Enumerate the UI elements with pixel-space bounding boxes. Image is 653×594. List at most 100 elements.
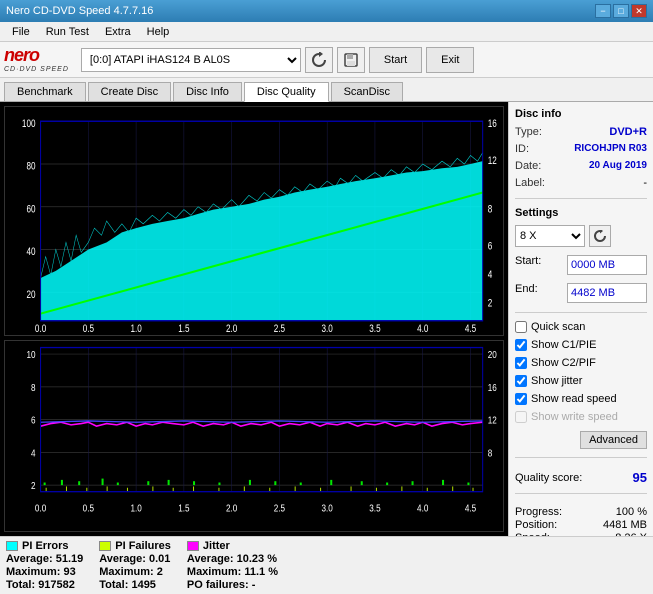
disc-label-value: - [643,177,647,189]
svg-text:3.0: 3.0 [322,502,333,513]
drive-dropdown[interactable]: [0:0] ATAPI iHAS124 B AL0S [81,48,301,72]
jitter-color [187,541,199,551]
maximize-button[interactable]: □ [613,4,629,18]
quality-score-value: 95 [633,470,647,485]
pi-errors-avg: Average: 51.19 [6,553,83,565]
svg-text:16: 16 [488,382,497,393]
tabs: Benchmark Create Disc Disc Info Disc Qua… [0,78,653,102]
right-panel: Disc info Type: DVD+R ID: RICOHJPN R03 D… [508,102,653,536]
svg-text:20: 20 [26,289,35,302]
disc-id-label: ID: [515,143,529,155]
show-jitter-label: Show jitter [531,375,582,387]
svg-text:8: 8 [488,447,493,458]
tab-benchmark[interactable]: Benchmark [4,82,86,101]
svg-text:2: 2 [31,480,36,491]
refresh-icon[interactable] [305,47,333,73]
svg-text:0.5: 0.5 [83,323,95,335]
quick-scan-row: Quick scan [515,321,647,333]
show-c2-pif-checkbox[interactable] [515,357,527,369]
save-icon[interactable] [337,47,365,73]
tab-disc-quality[interactable]: Disc Quality [244,82,329,102]
show-read-speed-label: Show read speed [531,393,617,405]
show-c1-pie-checkbox[interactable] [515,339,527,351]
menubar: File Run Test Extra Help [0,22,653,42]
svg-text:1.0: 1.0 [130,323,142,335]
start-mb-input[interactable] [567,255,647,275]
svg-text:3.5: 3.5 [369,323,381,335]
svg-text:4.5: 4.5 [465,323,477,335]
jitter-po-failures: PO failures: - [187,579,278,591]
svg-text:4.0: 4.0 [417,502,428,513]
svg-text:16: 16 [488,118,497,131]
tab-scan-disc[interactable]: ScanDisc [331,82,403,101]
svg-text:0.0: 0.0 [35,502,46,513]
position-value: 4481 MB [603,519,647,531]
pi-errors-total: Total: 917582 [6,579,83,591]
svg-text:60: 60 [26,203,35,216]
show-read-speed-checkbox[interactable] [515,393,527,405]
speed-dropdown[interactable]: 1 X2 X4 X8 XMax [515,225,585,247]
quality-score-row: Quality score: 95 [515,470,647,485]
end-mb-row: End: [515,283,647,303]
divider-4 [515,493,647,494]
svg-text:2: 2 [488,297,493,310]
quick-scan-checkbox[interactable] [515,321,527,333]
position-row: Position: 4481 MB [515,519,647,531]
menu-file[interactable]: File [4,24,38,40]
disc-type-row: Type: DVD+R [515,126,647,138]
pi-errors-title: PI Errors [22,540,68,552]
disc-date-label: Date: [515,160,541,172]
disc-date-row: Date: 20 Aug 2019 [515,160,647,172]
show-c1-pie-row: Show C1/PIE [515,339,647,351]
pi-failures-avg: Average: 0.01 [99,553,171,565]
titlebar-controls: − □ ✕ [595,4,647,18]
disc-date-value: 20 Aug 2019 [589,160,647,172]
svg-text:12: 12 [488,155,497,168]
svg-text:2.5: 2.5 [274,502,285,513]
menu-help[interactable]: Help [139,24,178,40]
svg-text:8: 8 [31,382,36,393]
pi-failures-title: PI Failures [115,540,171,552]
minimize-button[interactable]: − [595,4,611,18]
svg-text:6: 6 [31,415,36,426]
speed-setting-row: 1 X2 X4 X8 XMax [515,225,647,247]
svg-text:20: 20 [488,349,497,360]
show-c2-pif-row: Show C2/PIF [515,357,647,369]
exit-button[interactable]: Exit [426,47,474,73]
progress-row: Progress: 100 % [515,506,647,518]
legend-area: PI Errors Average: 51.19 Maximum: 93 Tot… [0,536,653,594]
jitter-max: Maximum: 11.1 % [187,566,278,578]
tab-disc-info[interactable]: Disc Info [173,82,242,101]
show-write-speed-row: Show write speed [515,411,647,423]
titlebar: Nero CD-DVD Speed 4.7.7.16 − □ ✕ [0,0,653,22]
svg-text:10: 10 [26,349,35,360]
svg-text:1.0: 1.0 [130,502,141,513]
jitter-title: Jitter [203,540,230,552]
close-button[interactable]: ✕ [631,4,647,18]
show-write-speed-label: Show write speed [531,411,618,423]
quick-scan-label: Quick scan [531,321,585,333]
app-title: Nero CD-DVD Speed 4.7.7.16 [6,5,153,17]
menu-run-test[interactable]: Run Test [38,24,97,40]
end-mb-label: End: [515,283,538,303]
show-read-speed-row: Show read speed [515,393,647,405]
svg-text:0.5: 0.5 [83,502,94,513]
end-mb-input[interactable] [567,283,647,303]
disc-label-row: Label: - [515,177,647,189]
start-button[interactable]: Start [369,47,422,73]
svg-text:12: 12 [488,415,497,426]
advanced-button[interactable]: Advanced [580,431,647,449]
svg-text:3.0: 3.0 [322,323,334,335]
main-content: 100 80 60 40 20 16 12 8 6 4 2 0.0 0.5 1.… [0,102,653,536]
lower-chart: 10 8 6 4 2 20 16 12 8 0.0 0.5 1.0 1.5 2.… [5,341,503,531]
tab-create-disc[interactable]: Create Disc [88,82,171,101]
svg-text:2.0: 2.0 [226,323,238,335]
jitter-avg: Average: 10.23 % [187,553,278,565]
show-write-speed-checkbox [515,411,527,423]
menu-extra[interactable]: Extra [97,24,139,40]
show-jitter-checkbox[interactable] [515,375,527,387]
pi-failures-color [99,541,111,551]
disc-label-label: Label: [515,177,545,189]
speed-label: Speed: [515,532,550,536]
reset-icon[interactable] [589,225,611,247]
